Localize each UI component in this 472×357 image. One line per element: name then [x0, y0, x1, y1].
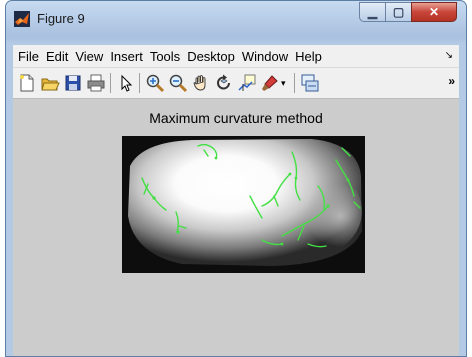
brush-icon[interactable]: [260, 73, 280, 93]
menu-view[interactable]: View: [72, 49, 106, 64]
menu-tools[interactable]: Tools: [147, 49, 183, 64]
data-cursor-icon[interactable]: [237, 73, 257, 93]
edit-plot-arrow-icon[interactable]: [116, 73, 136, 93]
maximize-icon: ▢: [392, 5, 405, 19]
figure-canvas: Maximum curvature method: [13, 99, 459, 356]
toolbar-overflow-icon[interactable]: »: [448, 74, 455, 88]
maximize-button[interactable]: ▢: [385, 2, 412, 22]
menu-file[interactable]: File: [15, 49, 42, 64]
menu-insert[interactable]: Insert: [107, 49, 146, 64]
close-icon: ✕: [428, 5, 440, 19]
brush-dropdown-icon[interactable]: ▾: [281, 73, 289, 93]
zoom-out-icon[interactable]: [168, 73, 188, 93]
figure-client-area: File Edit View Insert Tools Desktop Wind…: [13, 45, 459, 356]
rotate-3d-icon[interactable]: [214, 73, 234, 93]
print-figure-icon[interactable]: [86, 73, 106, 93]
toolbar-separator: [139, 73, 140, 93]
window-title: Figure 9: [37, 11, 85, 26]
toolbar-separator: [110, 73, 111, 93]
link-plot-icon[interactable]: [300, 73, 320, 93]
menu-window[interactable]: Window: [239, 49, 291, 64]
plot-title: Maximum curvature method: [149, 110, 323, 126]
pan-hand-icon[interactable]: [191, 73, 211, 93]
matlab-logo-icon: [14, 11, 30, 27]
close-button[interactable]: ✕: [411, 2, 457, 22]
dock-figure-icon[interactable]: ↘: [445, 50, 453, 61]
zoom-in-icon[interactable]: [145, 73, 165, 93]
new-figure-icon[interactable]: [17, 73, 37, 93]
save-figure-icon[interactable]: [63, 73, 83, 93]
menu-help[interactable]: Help: [292, 49, 325, 64]
vein-image[interactable]: [122, 136, 365, 273]
minimize-button[interactable]: ▁: [359, 2, 386, 22]
title-bar[interactable]: Figure 9 ▁ ▢ ✕: [6, 1, 466, 37]
figure-toolbar: ▾ »: [13, 68, 459, 99]
open-file-icon[interactable]: [40, 73, 60, 93]
menu-edit[interactable]: Edit: [43, 49, 71, 64]
figure-window: Figure 9 ▁ ▢ ✕ File Edit View Insert Too…: [5, 0, 467, 357]
menu-desktop[interactable]: Desktop: [184, 49, 238, 64]
minimize-icon: ▁: [367, 5, 378, 19]
menu-bar: File Edit View Insert Tools Desktop Wind…: [13, 45, 459, 68]
toolbar-separator: [294, 73, 295, 93]
